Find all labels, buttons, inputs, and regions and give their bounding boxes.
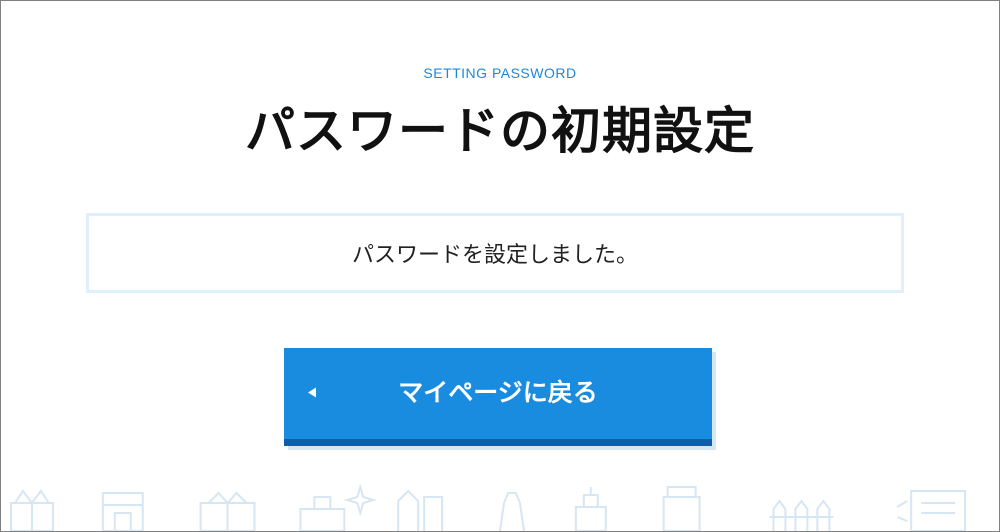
cosmetics-icon: [299, 483, 377, 531]
pump-bottle-icon: [574, 487, 607, 531]
page-eyebrow: SETTING PASSWORD: [423, 65, 577, 81]
document-icon: [896, 490, 967, 531]
jar-icon: [662, 486, 701, 531]
bottles-icon: [397, 489, 444, 531]
back-to-mypage-label: マイページに戻る: [398, 377, 598, 407]
box-icon: [101, 492, 144, 531]
gift-box-icon: [9, 489, 54, 531]
bottle-icon: [499, 492, 525, 531]
page-title: パスワードの初期設定: [245, 102, 755, 160]
status-message: パスワードを設定しました。: [351, 243, 638, 268]
decorative-product-icons: [9, 483, 967, 531]
back-to-mypage-button[interactable]: マイページに戻る: [284, 348, 712, 446]
page-frame: SETTING PASSWORD パスワードの初期設定 パスワードを設定しました…: [0, 0, 1000, 532]
triangle-left-icon: [308, 387, 316, 397]
status-message-box: パスワードを設定しました。: [86, 213, 904, 293]
gift-box-icon-2: [199, 491, 256, 531]
bottle-group-icon: [769, 499, 834, 531]
